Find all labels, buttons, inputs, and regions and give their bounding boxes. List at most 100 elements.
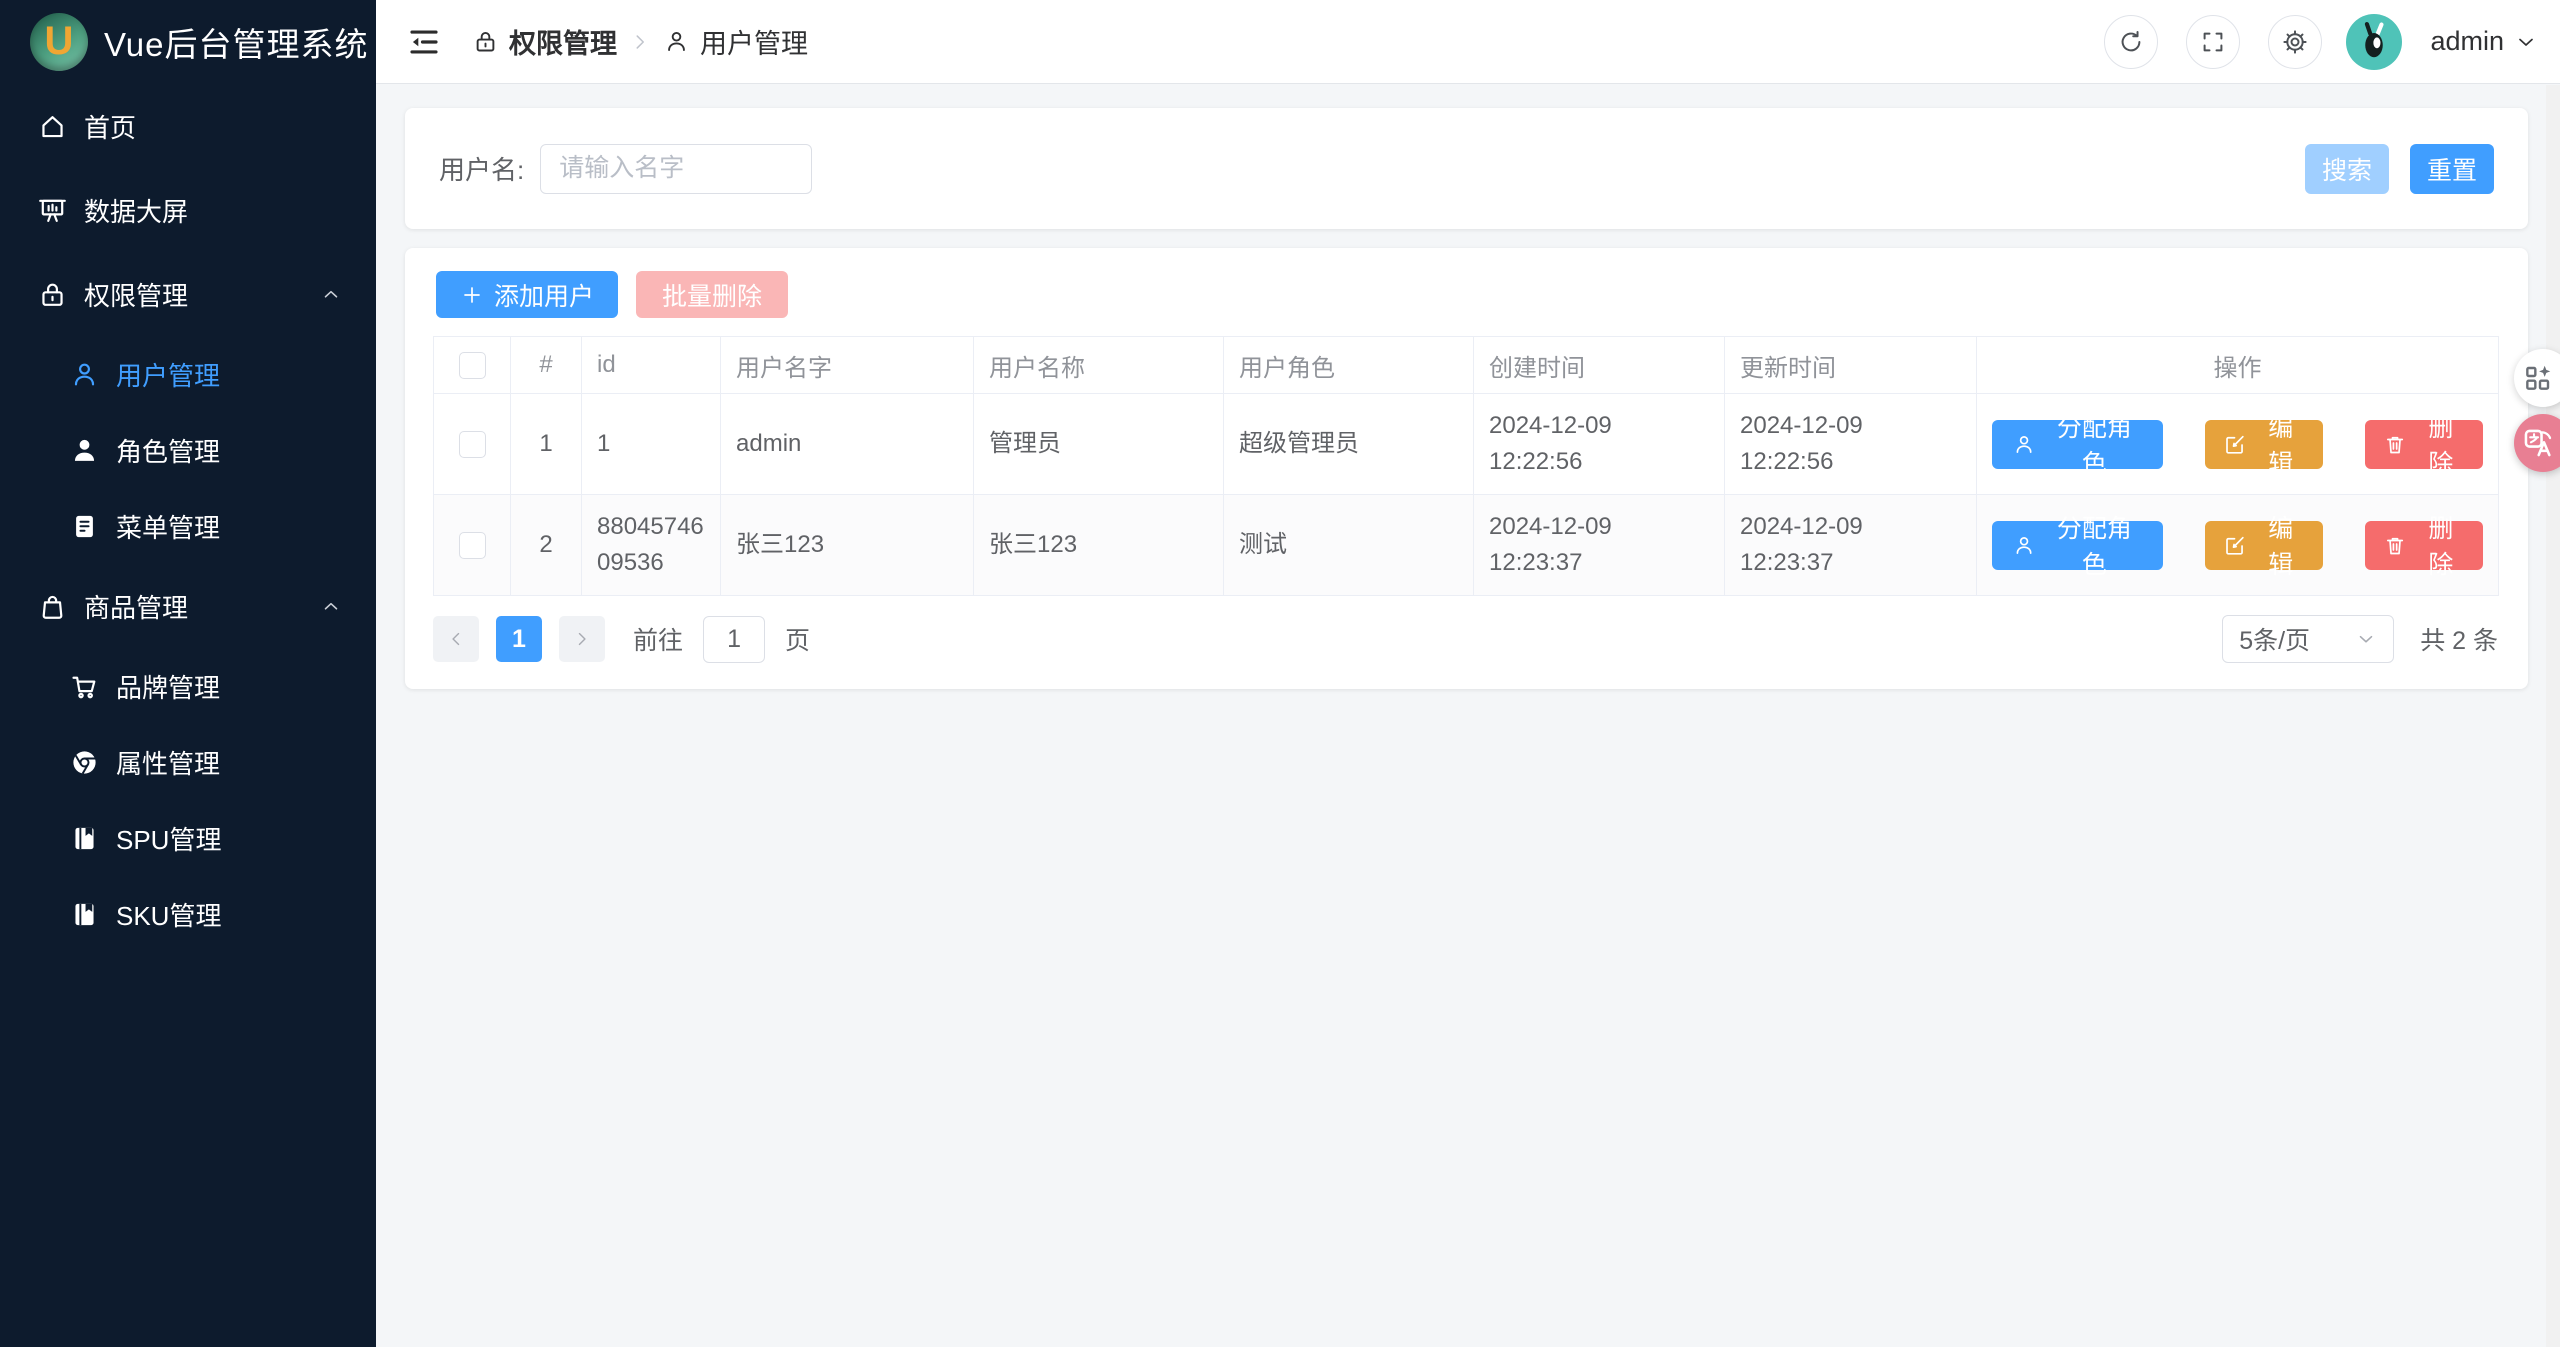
app-logo-row: U Vue后台管理系统 bbox=[0, 0, 376, 84]
avatar[interactable] bbox=[2346, 14, 2402, 70]
delete-button[interactable]: 删除 bbox=[2365, 420, 2483, 469]
home-icon bbox=[37, 111, 68, 142]
cell-id: 8804574609536 bbox=[582, 495, 721, 596]
chevron-down-icon bbox=[2514, 30, 2538, 54]
main-area: 权限管理 用户管理 admin bbox=[376, 0, 2560, 1347]
cell-index: 1 bbox=[511, 394, 582, 495]
fullscreen-icon bbox=[2199, 28, 2227, 56]
data-board-icon bbox=[37, 195, 68, 226]
edit-label: 编辑 bbox=[2257, 408, 2305, 480]
sidebar-item-label: SKU管理 bbox=[116, 896, 221, 933]
sidebar-item-role-management[interactable]: 角色管理 bbox=[0, 412, 376, 488]
user-icon bbox=[663, 28, 690, 55]
table-row: 2 8804574609536 张三123 张三123 测试 2024-12-0… bbox=[434, 495, 2499, 596]
goto-page-input[interactable] bbox=[703, 616, 765, 663]
sidebar-item-brand-management[interactable]: 品牌管理 bbox=[0, 648, 376, 724]
gear-icon bbox=[2281, 28, 2309, 56]
row-checkbox[interactable] bbox=[459, 431, 486, 458]
col-updated: 更新时间 bbox=[1725, 337, 1977, 394]
assign-role-button[interactable]: 分配角色 bbox=[1992, 521, 2163, 570]
col-name: 用户名称 bbox=[974, 337, 1224, 394]
search-actions: 搜索 重置 bbox=[2305, 144, 2494, 194]
breadcrumb-user[interactable]: 用户管理 bbox=[663, 22, 808, 61]
sidebar-item-home[interactable]: 首页 bbox=[0, 84, 376, 168]
translate-icon bbox=[2521, 426, 2555, 460]
cell-name: 张三123 bbox=[974, 495, 1224, 596]
sidebar-item-spu-management[interactable]: SPU管理 bbox=[0, 800, 376, 876]
sidebar-item-user-management[interactable]: 用户管理 bbox=[0, 336, 376, 412]
sidebar-item-label: 数据大屏 bbox=[84, 192, 188, 229]
lock-icon bbox=[472, 28, 499, 55]
avatar-image bbox=[2349, 17, 2399, 67]
sidebar-item-label: 菜单管理 bbox=[116, 508, 220, 545]
page-suffix-label: 页 bbox=[785, 621, 810, 657]
assign-role-label: 分配角色 bbox=[2046, 408, 2142, 480]
breadcrumb-permission[interactable]: 权限管理 bbox=[472, 22, 617, 61]
app-logo-icon: U bbox=[30, 13, 88, 71]
user-icon bbox=[2012, 533, 2036, 558]
sidebar-item-goods-group[interactable]: 商品管理 bbox=[0, 564, 376, 648]
cell-username: 张三123 bbox=[721, 495, 974, 596]
chevron-right-icon bbox=[572, 629, 592, 649]
goods-bag-icon bbox=[37, 591, 68, 622]
col-created: 创建时间 bbox=[1474, 337, 1725, 394]
user-icon bbox=[2012, 432, 2036, 457]
content-area: 用户名: 搜索 重置 添加用户 批量删除 bbox=[376, 84, 2560, 1347]
edit-label: 编辑 bbox=[2257, 509, 2305, 581]
username-label: 用户名: bbox=[439, 150, 524, 187]
reset-button[interactable]: 重置 bbox=[2410, 144, 2494, 194]
sidebar-item-label: 首页 bbox=[84, 108, 136, 145]
prev-page-button[interactable] bbox=[433, 616, 479, 662]
col-username: 用户名字 bbox=[721, 337, 974, 394]
settings-button[interactable] bbox=[2268, 15, 2322, 69]
edit-button[interactable]: 编辑 bbox=[2205, 420, 2323, 469]
user-menu[interactable]: admin bbox=[2430, 26, 2538, 57]
username-input[interactable] bbox=[540, 144, 812, 194]
row-checkbox[interactable] bbox=[459, 532, 486, 559]
memo-icon bbox=[69, 511, 100, 542]
assign-role-label: 分配角色 bbox=[2046, 509, 2142, 581]
sidebar-item-attr-management[interactable]: 属性管理 bbox=[0, 724, 376, 800]
refresh-icon bbox=[2117, 28, 2145, 56]
user-table-card: 添加用户 批量删除 # id 用户名字 用户名称 用户角色 创建时间 bbox=[405, 248, 2528, 689]
search-card: 用户名: 搜索 重置 bbox=[405, 108, 2528, 229]
sidebar-item-menu-management[interactable]: 菜单管理 bbox=[0, 488, 376, 564]
pagination: 1 前往 页 5条/页 共 2 条 bbox=[433, 615, 2498, 663]
select-all-checkbox[interactable] bbox=[459, 352, 486, 379]
chevron-left-icon bbox=[446, 629, 466, 649]
page-size-select[interactable]: 5条/页 bbox=[2222, 615, 2394, 663]
sidebar-item-data-screen[interactable]: 数据大屏 bbox=[0, 168, 376, 252]
delete-label: 删除 bbox=[2417, 509, 2465, 581]
goto-page: 前往 页 bbox=[633, 616, 810, 663]
cell-id: 1 bbox=[582, 394, 721, 495]
search-button[interactable]: 搜索 bbox=[2305, 144, 2389, 194]
goto-label: 前往 bbox=[633, 621, 683, 657]
edit-button[interactable]: 编辑 bbox=[2205, 521, 2323, 570]
sidebar-fold-button[interactable] bbox=[406, 23, 444, 61]
row-operations: 分配角色 编辑 删除 bbox=[1992, 420, 2483, 469]
chrome-ball-icon bbox=[69, 747, 100, 778]
delete-button[interactable]: 删除 bbox=[2365, 521, 2483, 570]
col-index: # bbox=[511, 337, 582, 394]
next-page-button[interactable] bbox=[559, 616, 605, 662]
fullscreen-button[interactable] bbox=[2186, 15, 2240, 69]
cell-updated: 2024-12-09 12:23:37 bbox=[1725, 495, 1977, 596]
cell-role: 超级管理员 bbox=[1224, 394, 1474, 495]
sidebar-item-permission-group[interactable]: 权限管理 bbox=[0, 252, 376, 336]
batch-delete-button[interactable]: 批量删除 bbox=[636, 271, 788, 318]
cell-index: 2 bbox=[511, 495, 582, 596]
extension-icon bbox=[2522, 362, 2554, 394]
sidebar-item-label: 用户管理 bbox=[116, 356, 220, 393]
table-toolbar: 添加用户 批量删除 bbox=[405, 271, 2528, 318]
lock-icon bbox=[37, 279, 68, 310]
add-user-button[interactable]: 添加用户 bbox=[436, 271, 618, 318]
page-number-button[interactable]: 1 bbox=[496, 616, 542, 662]
chevron-right-icon bbox=[629, 31, 651, 53]
cell-username: admin bbox=[721, 394, 974, 495]
breadcrumb-label: 用户管理 bbox=[700, 22, 808, 61]
sidebar-item-sku-management[interactable]: SKU管理 bbox=[0, 876, 376, 952]
scrollbar-track[interactable] bbox=[2546, 85, 2560, 1347]
refresh-button[interactable] bbox=[2104, 15, 2158, 69]
header-actions: admin bbox=[2104, 14, 2538, 70]
assign-role-button[interactable]: 分配角色 bbox=[1992, 420, 2163, 469]
